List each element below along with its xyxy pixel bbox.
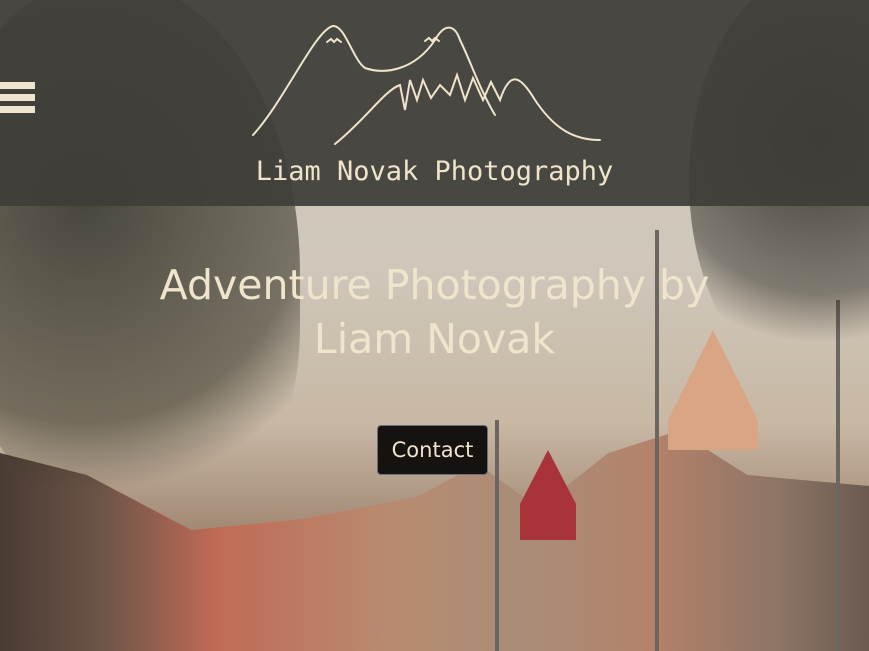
- temple-spire: [520, 450, 576, 540]
- street-pole: [495, 420, 499, 651]
- hero-heading: Adventure Photography by Liam Novak: [0, 258, 869, 366]
- contact-button[interactable]: Contact: [377, 425, 488, 475]
- hero-heading-line: Adventure Photography by: [159, 261, 710, 309]
- hamburger-icon[interactable]: [0, 82, 35, 116]
- site-header: Liam Novak Photography: [0, 0, 869, 206]
- hero-heading-line: Liam Novak: [313, 315, 556, 363]
- mountain-logo: [252, 25, 601, 145]
- site-title[interactable]: Liam Novak Photography: [0, 156, 869, 187]
